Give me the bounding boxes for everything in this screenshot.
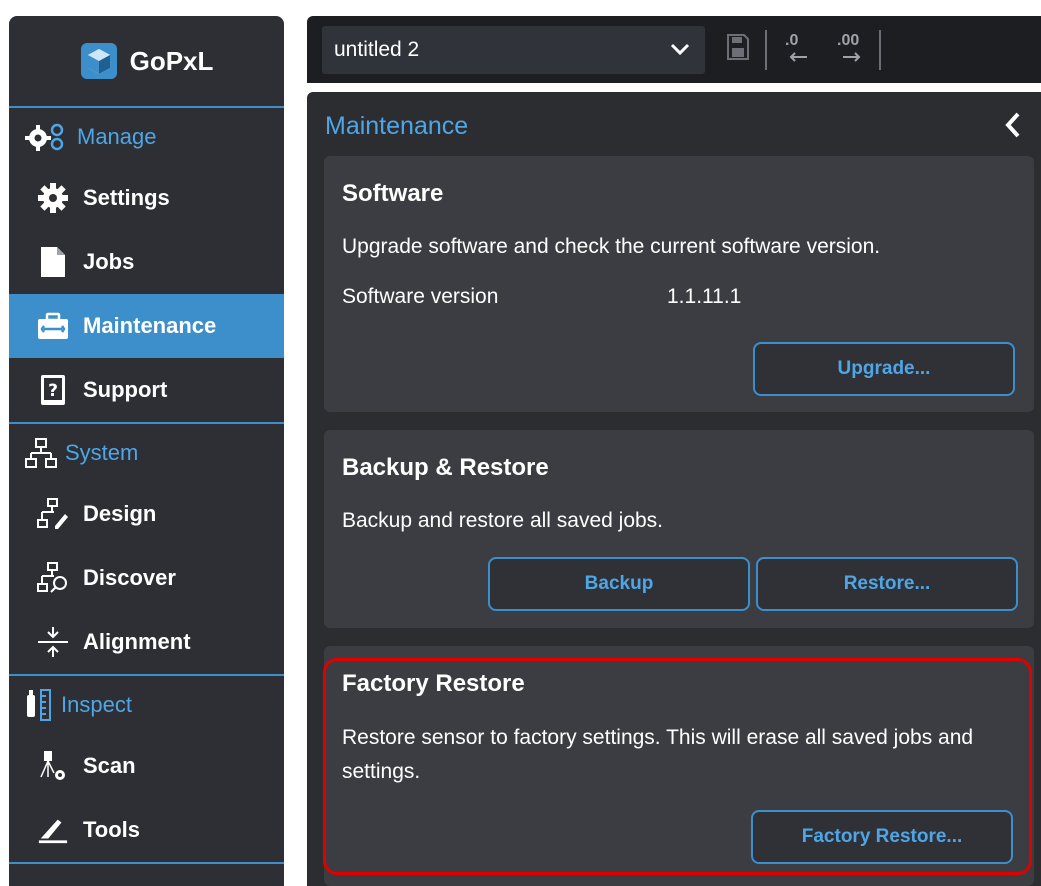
save-icon[interactable] (727, 34, 749, 60)
section-system[interactable]: System (9, 424, 284, 482)
maintenance-panel: Maintenance Software Upgrade software an… (307, 92, 1041, 886)
factory-restore-card: Factory Restore Restore sensor to factor… (324, 646, 1034, 886)
increase-decimals-icon[interactable]: .00 (837, 32, 871, 64)
section-manage-label: Manage (77, 124, 157, 149)
toolbox-icon (37, 310, 69, 342)
toolbar: untitled 2 .0 .00 (307, 16, 1041, 83)
software-card: Software Upgrade software and check the … (324, 156, 1034, 412)
sidebar-item-label: Support (83, 377, 168, 402)
sidebar-item-settings[interactable]: Settings (9, 166, 284, 230)
sidebar-divider (9, 862, 284, 864)
factory-restore-title: Factory Restore (342, 670, 525, 697)
sidebar-item-design[interactable]: Design (9, 482, 284, 546)
toolbar-separator (765, 30, 767, 70)
app-name: GoPxL (129, 45, 214, 76)
sidebar-item-jobs[interactable]: Jobs (9, 230, 284, 294)
discover-network-icon (37, 562, 69, 594)
arrow-left-icon (789, 52, 807, 62)
factory-restore-description: Restore sensor to factory settings. This… (342, 726, 974, 783)
page-title: Maintenance (325, 112, 469, 140)
restore-button[interactable]: Restore... (756, 557, 1018, 611)
increase-decimals-label: .00 (837, 32, 860, 49)
factory-restore-button[interactable]: Factory Restore... (751, 810, 1013, 864)
collapse-chevron-icon[interactable] (1003, 110, 1023, 140)
sidebar-item-label: Jobs (83, 249, 135, 274)
gears-icon (25, 123, 64, 151)
sidebar-item-scan[interactable]: Scan (9, 734, 284, 798)
tools-icon (37, 814, 69, 846)
upgrade-button[interactable]: Upgrade... (753, 342, 1015, 396)
sidebar-item-alignment[interactable]: Alignment (9, 610, 284, 674)
backup-restore-card: Backup & Restore Backup and restore all … (324, 430, 1034, 628)
decrease-decimals-icon[interactable]: .0 (785, 32, 819, 64)
app-logo[interactable]: GoPxL (9, 16, 284, 108)
sidebar-item-label: Settings (83, 185, 170, 210)
sidebar-item-label: Maintenance (83, 313, 217, 338)
help-book-icon: ? (37, 374, 69, 406)
backup-restore-title: Backup & Restore (342, 454, 549, 481)
section-manage[interactable]: Manage (9, 108, 284, 166)
toolbar-separator (879, 30, 881, 70)
software-version-value: 1.1.11.1 (667, 285, 742, 308)
job-select[interactable]: untitled 2 (322, 26, 705, 74)
alignment-icon (37, 626, 69, 658)
sidebar-item-discover[interactable]: Discover (9, 546, 284, 610)
document-icon (37, 246, 69, 278)
section-system-label: System (65, 440, 139, 465)
scan-icon (37, 750, 69, 782)
section-inspect-label: Inspect (61, 692, 132, 717)
backup-button[interactable]: Backup (488, 557, 750, 611)
sidebar-item-support[interactable]: ? Support (9, 358, 284, 422)
gopxl-logo-icon (80, 43, 117, 79)
sidebar-item-label: Discover (83, 565, 176, 590)
software-description: Upgrade software and check the current s… (342, 235, 881, 258)
sidebar-item-label: Scan (83, 753, 136, 778)
chevron-down-icon[interactable] (667, 36, 693, 62)
decrease-decimals-label: .0 (785, 32, 799, 49)
software-version-label: Software version (342, 285, 499, 308)
sidebar-item-maintenance[interactable]: Maintenance (9, 294, 284, 358)
svg-text:?: ? (48, 381, 58, 401)
arrow-right-icon (843, 52, 861, 62)
section-inspect[interactable]: Inspect (9, 676, 284, 734)
sidebar-item-label: Design (83, 501, 157, 526)
gear-icon (37, 182, 69, 214)
design-network-icon (37, 498, 69, 530)
network-icon (25, 438, 57, 468)
sidebar-item-tools[interactable]: Tools (9, 798, 284, 862)
inspect-icon (27, 689, 51, 721)
sidebar-item-label: Tools (83, 817, 141, 842)
software-title: Software (342, 180, 444, 207)
sidebar: GoPxL Manage Settings Jobs Maintenance ?… (9, 16, 284, 886)
backup-restore-description: Backup and restore all saved jobs. (342, 509, 664, 532)
job-select-value: untitled 2 (334, 38, 420, 61)
sidebar-item-label: Alignment (83, 629, 191, 654)
